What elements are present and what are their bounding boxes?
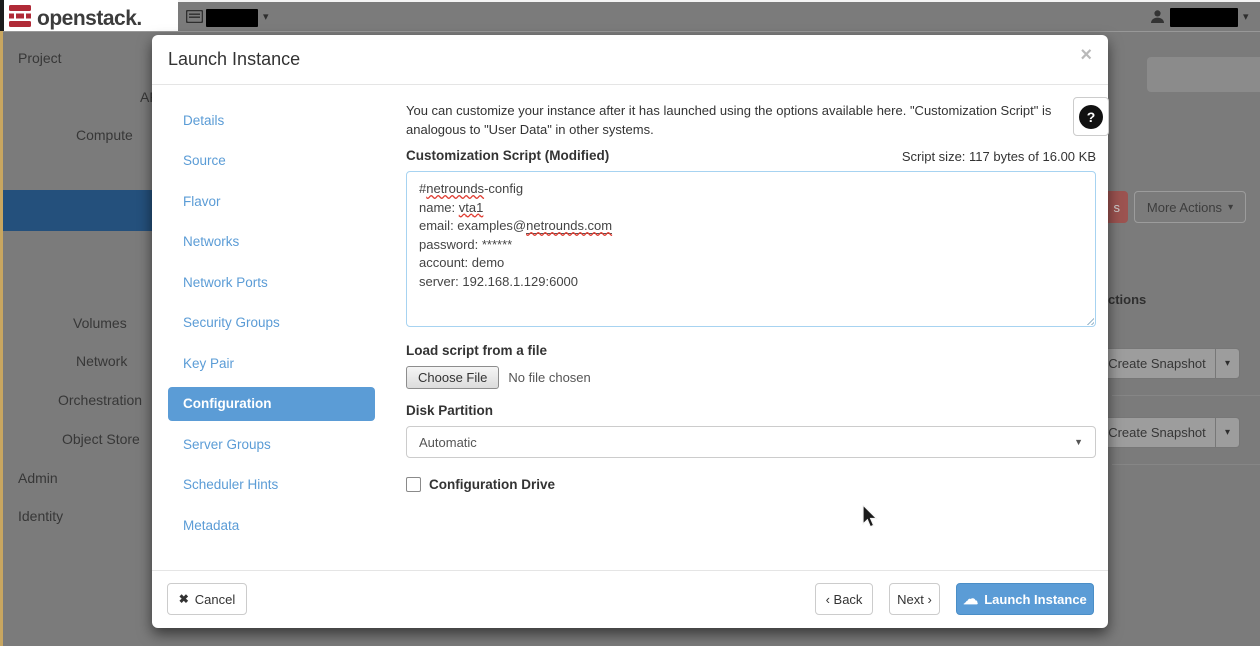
- wizard-tab-key-pair[interactable]: Key Pair: [168, 346, 375, 380]
- table-filter-box: [1147, 57, 1260, 92]
- configuration-panel: You can customize your instance after it…: [406, 85, 1096, 570]
- sidebar-item-network[interactable]: Network: [76, 353, 127, 369]
- snapshot-caret-icon: ▾: [1225, 358, 1230, 369]
- customization-script-label: Customization Script (Modified): [406, 148, 609, 163]
- sidebar-selected-item[interactable]: [0, 190, 160, 231]
- launch-instance-button[interactable]: ☁ Launch Instance: [956, 583, 1094, 615]
- wizard-nav: Details Source Flavor Networks Network P…: [152, 103, 392, 549]
- choose-file-button[interactable]: Choose File: [406, 366, 499, 389]
- customization-script-textarea[interactable]: #netrounds-configname: vta1email: exampl…: [406, 171, 1096, 327]
- sidebar-item-object-store[interactable]: Object Store: [62, 431, 140, 447]
- create-snapshot-button[interactable]: Create Snapshot: [1098, 348, 1216, 379]
- table-row-divider: [1112, 464, 1260, 465]
- configuration-drive-checkbox[interactable]: [406, 477, 421, 492]
- username-redacted[interactable]: [1170, 8, 1238, 27]
- modal-footer: ✖ Cancel ‹ Back Next › ☁ Launch Instance: [152, 570, 1108, 628]
- sidebar-item-project[interactable]: Project: [18, 50, 62, 66]
- project-switcher-icon: [186, 10, 203, 28]
- create-snapshot-dropdown[interactable]: ▾: [1216, 348, 1240, 379]
- next-button[interactable]: Next ›: [889, 583, 940, 615]
- snapshot-caret-icon: ▾: [1225, 427, 1230, 438]
- openstack-logo-icon: [8, 4, 32, 33]
- disk-partition-label: Disk Partition: [406, 403, 493, 418]
- sidebar-item-admin[interactable]: Admin: [18, 470, 58, 486]
- project-caret-icon[interactable]: ▾: [263, 10, 269, 23]
- user-icon: [1150, 9, 1165, 29]
- configuration-drive-label: Configuration Drive: [429, 477, 555, 492]
- launch-instance-label: Launch Instance: [984, 592, 1087, 607]
- more-actions-caret-icon: ▾: [1228, 202, 1233, 213]
- file-input-row: Choose File No file chosen: [406, 366, 591, 389]
- sidebar-item-orchestration[interactable]: Orchestration: [58, 392, 142, 408]
- openstack-wordmark: openstack.: [37, 7, 142, 31]
- create-snapshot-button[interactable]: Create Snapshot: [1098, 417, 1216, 448]
- wizard-tab-scheduler-hints[interactable]: Scheduler Hints: [168, 468, 375, 502]
- cloud-upload-icon: ☁: [963, 592, 978, 607]
- project-name-redacted[interactable]: [206, 9, 258, 27]
- select-caret-icon: ▼: [1074, 437, 1083, 447]
- no-file-chosen-text: No file chosen: [508, 370, 590, 385]
- help-icon: ?: [1079, 105, 1103, 129]
- cancel-x-icon: ✖: [179, 592, 189, 606]
- window-top-edge: [0, 0, 1260, 2]
- disk-partition-select[interactable]: Automatic ▼: [406, 426, 1096, 458]
- user-caret-icon[interactable]: ▾: [1243, 10, 1249, 23]
- modal-body: Details Source Flavor Networks Network P…: [152, 85, 1108, 570]
- modal-title: Launch Instance: [168, 49, 300, 70]
- panel-description: You can customize your instance after it…: [406, 101, 1058, 139]
- cancel-label: Cancel: [195, 592, 235, 607]
- wizard-tab-networks[interactable]: Networks: [168, 225, 375, 259]
- disk-partition-value: Automatic: [419, 435, 477, 450]
- modal-header: Launch Instance ×: [152, 35, 1108, 85]
- create-snapshot-dropdown[interactable]: ▾: [1216, 417, 1240, 448]
- load-script-label: Load script from a file: [406, 343, 547, 358]
- sidebar-item-volumes[interactable]: Volumes: [73, 315, 127, 331]
- footer-button-group: ‹ Back Next › ☁ Launch Instance: [815, 583, 1094, 615]
- create-snapshot-label: Create Snapshot: [1108, 425, 1206, 440]
- window-left-edge: [0, 0, 4, 31]
- cancel-button[interactable]: ✖ Cancel: [167, 583, 247, 615]
- close-icon[interactable]: ×: [1080, 45, 1092, 65]
- sidebar-item-compute[interactable]: Compute: [76, 127, 133, 143]
- wizard-tab-security-groups[interactable]: Security Groups: [168, 306, 375, 340]
- page: openstack. ▾ ▾ Project API Access Comput…: [0, 0, 1260, 646]
- script-size-text: Script size: 117 bytes of 16.00 KB: [902, 149, 1096, 164]
- back-button[interactable]: ‹ Back: [815, 583, 873, 615]
- wizard-tab-details[interactable]: Details: [168, 103, 375, 137]
- launch-instance-modal: Launch Instance × Details Source Flavor …: [152, 35, 1108, 628]
- help-button[interactable]: ?: [1073, 97, 1109, 136]
- wizard-tab-source[interactable]: Source: [168, 144, 375, 178]
- wizard-tab-configuration[interactable]: Configuration: [168, 387, 375, 421]
- sidebar-item-identity[interactable]: Identity: [18, 508, 63, 524]
- wizard-tab-server-groups[interactable]: Server Groups: [168, 427, 375, 461]
- mouse-cursor: [862, 505, 880, 536]
- actions-column-header-partial: ctions: [1108, 292, 1146, 307]
- window-left-border: [0, 31, 3, 646]
- wizard-tab-flavor[interactable]: Flavor: [168, 184, 375, 218]
- openstack-logo[interactable]: openstack.: [8, 4, 142, 33]
- more-actions-label: More Actions: [1147, 200, 1222, 215]
- more-actions-button[interactable]: More Actions ▾: [1134, 191, 1246, 223]
- create-snapshot-label: Create Snapshot: [1108, 356, 1206, 371]
- configuration-drive-row: Configuration Drive: [406, 477, 555, 492]
- wizard-tab-metadata[interactable]: Metadata: [168, 508, 375, 542]
- table-row-divider: [1112, 395, 1260, 396]
- wizard-tab-network-ports[interactable]: Network Ports: [168, 265, 375, 299]
